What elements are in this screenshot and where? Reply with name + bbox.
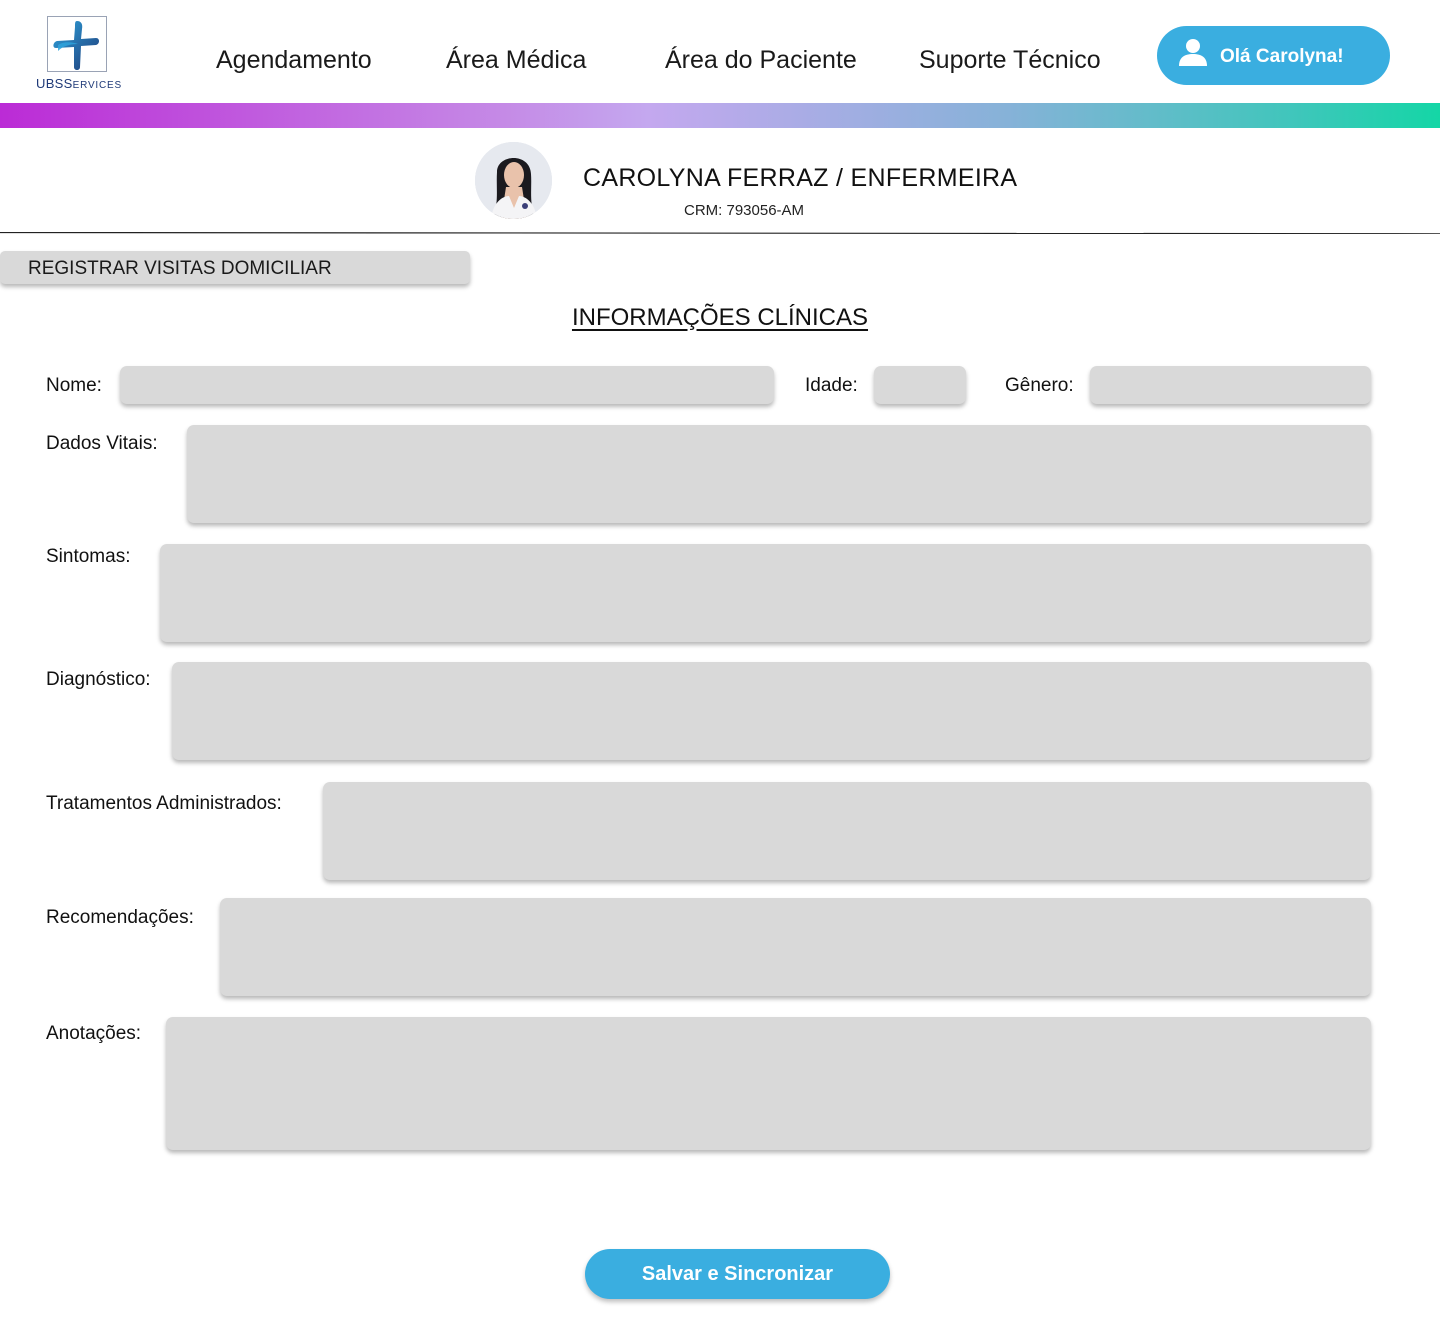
profile-crm: CRM: 793056-AM (684, 202, 805, 219)
profile-avatar (475, 142, 552, 219)
nav-area-medica[interactable]: Área Médica (446, 46, 586, 75)
user-greeting: Olá Carolyna! (1220, 46, 1344, 67)
idade-input[interactable] (874, 366, 966, 404)
user-menu-button[interactable]: Olá Carolyna! (1157, 26, 1390, 85)
genero-input[interactable] (1090, 366, 1371, 404)
header-gradient-bar (0, 103, 1440, 128)
tab-registrar-visitas[interactable]: REGISTRAR VISITAS DOMICILIAR (0, 251, 470, 284)
diagnostico-label: Diagnóstico: (46, 669, 151, 690)
tratamentos-label: Tratamentos Administrados: (46, 793, 282, 814)
nome-label: Nome: (46, 375, 102, 396)
nome-input[interactable] (120, 366, 774, 404)
save-sync-button[interactable]: Salvar e Sincronizar (585, 1249, 890, 1299)
profile-name: CAROLYNA FERRAZ / ENFERMEIRA (583, 164, 1018, 192)
anotacoes-input[interactable] (166, 1017, 1371, 1150)
profile-divider (0, 232, 1440, 234)
sintomas-label: Sintomas: (46, 546, 131, 567)
nav-suporte-tecnico[interactable]: Suporte Técnico (919, 46, 1101, 75)
user-icon (1178, 37, 1208, 67)
dados-vitais-input[interactable] (187, 425, 1371, 523)
tratamentos-input[interactable] (323, 782, 1371, 880)
ubservices-logo[interactable]: UBSSERVICES (36, 14, 122, 92)
logo-wordmark: UBSSERVICES (36, 76, 122, 91)
recomendacoes-input[interactable] (220, 898, 1371, 996)
form-title: INFORMAÇÕES CLÍNICAS (571, 304, 869, 331)
nav-area-do-paciente[interactable]: Área do Paciente (665, 46, 857, 75)
cross-logo-icon (47, 16, 107, 72)
tab-label: REGISTRAR VISITAS DOMICILIAR (28, 258, 332, 279)
nav-agendamento[interactable]: Agendamento (216, 46, 372, 75)
anotacoes-label: Anotações: (46, 1023, 142, 1044)
sintomas-input[interactable] (160, 544, 1371, 642)
genero-label: Gênero: (1005, 375, 1074, 396)
diagnostico-input[interactable] (172, 662, 1371, 760)
idade-label: Idade: (805, 375, 858, 396)
recomendacoes-label: Recomendações: (46, 907, 194, 928)
dados-vitais-label: Dados Vitais: (46, 433, 158, 454)
